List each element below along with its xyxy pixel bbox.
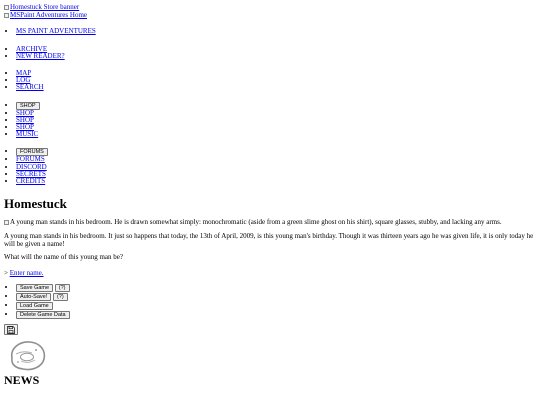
nav-item: MAP [16,69,540,77]
nav-link-search[interactable]: SEARCH [16,83,44,91]
nav-item: ARCHIVE [16,45,540,53]
load-game-button[interactable]: Load Game [16,302,53,311]
nav-item: LOG [16,77,540,84]
scratch-doodle-icon [10,341,46,371]
auto-save-button[interactable]: Auto-Save! [16,293,52,302]
nav-tools: MAP LOG SEARCH [4,69,540,92]
nav-reading: ARCHIVE NEW READER? [4,45,540,60]
store-banner-alt[interactable]: Homestuck Store banner [10,3,79,11]
nav-item: SHOP [16,109,540,117]
nav-item: MUSIC [16,131,540,138]
nav-item: SHOP [16,116,540,124]
nav-item: FORUMS [16,148,540,157]
auto-save-help-button[interactable]: (?) [52,293,68,302]
broken-image-icon [4,13,9,19]
news-heading: NEWS [4,372,40,387]
nav-main: MS PAINT ADVENTURES [4,28,540,35]
delete-game-data-button[interactable]: Delete Game Data [16,311,70,320]
nav-item: SHOP [16,123,540,131]
save-menu-item: Save Game (?) [16,283,540,293]
nav-link-mspa[interactable]: MS PAINT ADVENTURES [16,27,96,35]
nav-item: SEARCH [16,84,540,91]
nav-item: NEW READER? [16,52,540,60]
nav-item: SHOP [16,101,540,110]
command-link[interactable]: Enter name. [10,269,44,277]
nav-link-music[interactable]: MUSIC [16,130,38,138]
nav-link-new-reader[interactable]: NEW READER? [16,52,65,60]
nav-item: SECRETS [16,170,540,178]
nav-community: FORUMS FORUMS DISCORD SECRETS CREDITS [4,148,540,185]
page-root: Homestuck Store banner MSPaint Adventure… [0,0,540,405]
floppy-save-button[interactable] [4,324,18,336]
page-title: Homestuck [4,196,67,212]
nav-item: DISCORD [16,163,540,171]
home-logo-alt[interactable]: MSPaint Adventures Home [10,11,87,19]
comic-panel-alt: A young man stands in his bedroom. He is… [10,218,502,227]
save-game-button[interactable]: Save Game [16,284,54,293]
next-command: > Enter name. [4,269,540,278]
broken-image-icon [4,220,9,226]
story-prompt: What will the name of this young man be? [4,252,123,261]
nav-item: CREDITS [16,177,540,185]
save-help-button[interactable]: (?) [54,284,70,293]
save-menu-item: Load Game [16,301,540,311]
story-text: A young man stands in his bedroom. It ju… [4,232,534,248]
nav-item: MS PAINT ADVENTURES [16,28,540,35]
home-logo-link[interactable]: MSPaint Adventures Home [4,11,540,20]
nav-shop: SHOP SHOP SHOP SHOP MUSIC [4,101,540,139]
floppy-disk-icon [7,325,15,334]
nav-link-credits[interactable]: CREDITS [16,177,45,185]
save-menu: Save Game (?) Auto-Save! (?) Load Game D… [4,283,540,320]
broken-image-icon [4,5,9,10]
save-menu-item: Delete Game Data [16,310,540,320]
save-menu-item: Auto-Save! (?) [16,292,540,302]
nav-item: FORUMS [16,156,540,163]
comic-panel: A young man stands in his bedroom. He is… [4,219,540,227]
command-prefix: > [4,269,8,278]
